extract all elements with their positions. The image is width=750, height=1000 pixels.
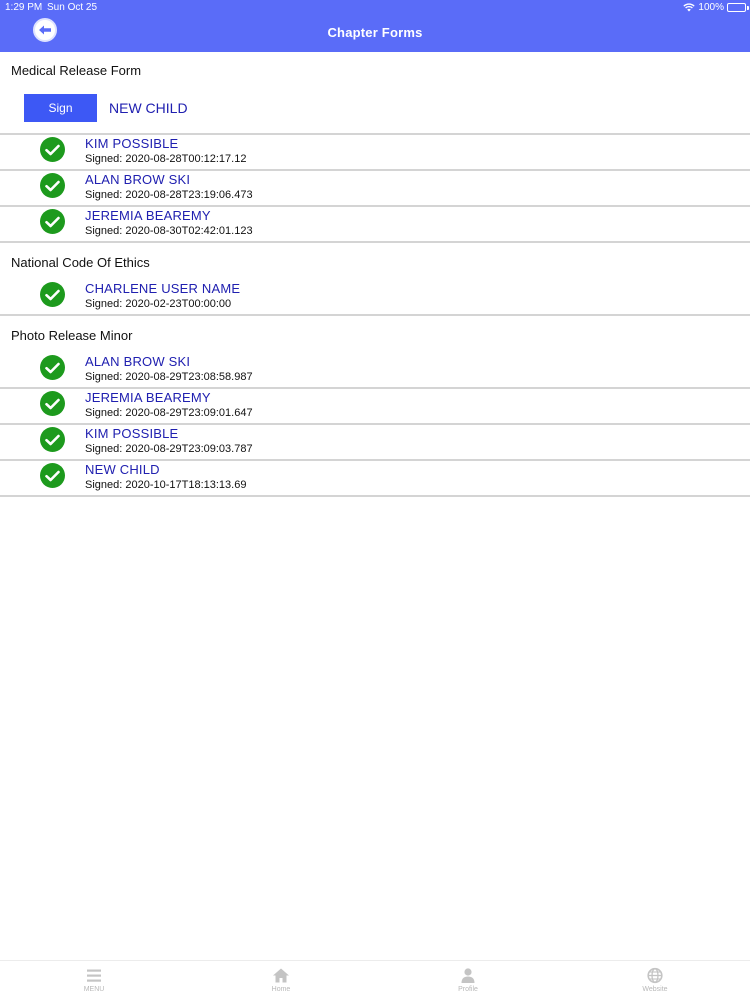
checkmark-icon (40, 391, 65, 416)
signer-name: KIM POSSIBLE (85, 136, 179, 151)
menu-icon (87, 969, 101, 982)
divider (0, 495, 750, 497)
checkmark-icon (40, 282, 65, 307)
tab-website[interactable]: Website (625, 967, 685, 993)
child-picker[interactable]: NEW CHILD (109, 100, 188, 116)
signer-name: JEREMIA BEAREMY (85, 208, 211, 223)
signed-timestamp: Signed: 2020-02-23T00:00:00 (85, 298, 232, 310)
divider (0, 314, 750, 316)
tab-home[interactable]: Home (251, 967, 311, 993)
status-time: 1:29 PM (5, 2, 43, 13)
tab-profile[interactable]: Profile (438, 967, 498, 993)
divider (0, 241, 750, 243)
signer-name: CHARLENE USER NAME (85, 281, 241, 296)
signed-form-row[interactable]: ALAN BROW SKI Signed: 2020-08-28T23:19:0… (0, 170, 750, 206)
checkmark-icon (40, 427, 65, 452)
battery-percent: 100% (698, 2, 724, 13)
page-title: Chapter Forms (327, 25, 423, 40)
section-header-photo-release: Photo Release Minor (11, 328, 133, 343)
wifi-icon (683, 3, 696, 12)
tab-label: Home (271, 986, 291, 993)
signer-name: KIM POSSIBLE (85, 426, 179, 441)
signed-timestamp: Signed: 2020-08-30T02:42:01.123 (85, 225, 253, 237)
signed-form-row[interactable]: KIM POSSIBLE Signed: 2020-08-29T23:09:03… (0, 424, 750, 460)
signed-timestamp: Signed: 2020-08-28T23:19:06.473 (85, 189, 253, 201)
signed-timestamp: Signed: 2020-08-28T00:12:17.12 (85, 153, 247, 165)
signed-timestamp: Signed: 2020-08-29T23:09:03.787 (85, 443, 253, 455)
section-header-medical-release: Medical Release Form (11, 63, 142, 78)
signed-form-row[interactable]: ALAN BROW SKI Signed: 2020-08-29T23:08:5… (0, 352, 750, 388)
tab-label: Profile (458, 986, 478, 993)
checkmark-icon (40, 463, 65, 488)
signed-timestamp: Signed: 2020-08-29T23:08:58.987 (85, 371, 253, 383)
tab-menu[interactable]: MENU (64, 967, 124, 993)
checkmark-icon (40, 355, 65, 380)
status-right: 100% (683, 2, 724, 13)
section-header-code-of-ethics: National Code Of Ethics (11, 255, 150, 270)
sign-button[interactable]: Sign (24, 94, 97, 122)
tab-bar: MENU Home Profile Website (0, 960, 750, 1000)
home-icon (273, 968, 289, 983)
signer-name: ALAN BROW SKI (85, 172, 191, 187)
signer-name: JEREMIA BEAREMY (85, 390, 211, 405)
checkmark-icon (40, 173, 65, 198)
signed-form-row[interactable]: CHARLENE USER NAME Signed: 2020-02-23T00… (0, 279, 750, 315)
signed-form-row[interactable]: JEREMIA BEAREMY Signed: 2020-08-29T23:09… (0, 388, 750, 424)
signed-timestamp: Signed: 2020-10-17T18:13:13.69 (85, 479, 247, 491)
tab-label: Website (642, 986, 668, 993)
checkmark-icon (40, 209, 65, 234)
profile-icon (461, 968, 475, 983)
navigation-bar: 1:29 PM Sun Oct 25 100% Chapter Forms (0, 0, 750, 52)
signer-name: NEW CHILD (85, 462, 160, 477)
status-date: Sun Oct 25 (47, 2, 98, 13)
signed-form-row[interactable]: JEREMIA BEAREMY Signed: 2020-08-30T02:42… (0, 206, 750, 242)
tab-label: MENU (83, 986, 105, 993)
globe-icon (647, 967, 663, 984)
signed-form-row[interactable]: NEW CHILD Signed: 2020-10-17T18:13:13.69 (0, 460, 750, 496)
signed-form-row[interactable]: KIM POSSIBLE Signed: 2020-08-28T00:12:17… (0, 134, 750, 170)
battery-icon (727, 3, 746, 12)
checkmark-icon (40, 137, 65, 162)
battery-tip (747, 6, 749, 10)
signer-name: ALAN BROW SKI (85, 354, 191, 369)
signed-timestamp: Signed: 2020-08-29T23:09:01.647 (85, 407, 253, 419)
